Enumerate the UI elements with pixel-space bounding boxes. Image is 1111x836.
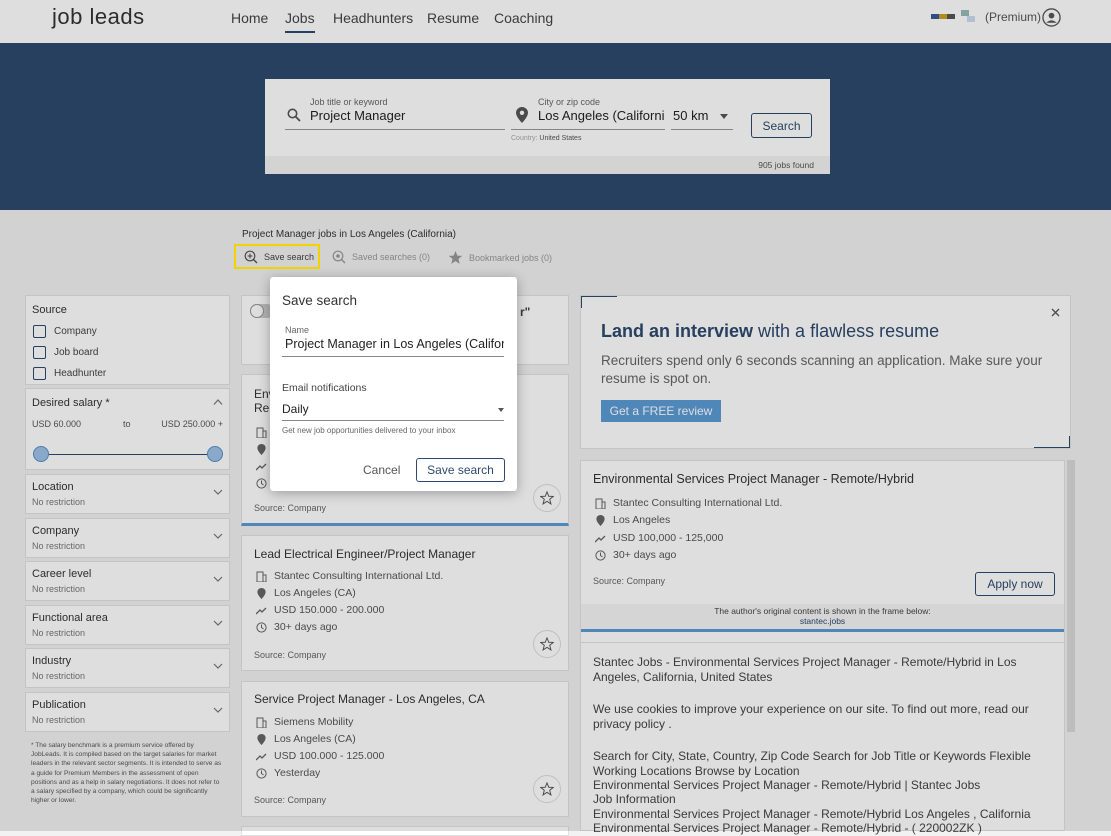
confirm-save-search-button[interactable]: Save search: [416, 458, 505, 482]
notif-select[interactable]: Daily: [282, 402, 309, 416]
modal-backdrop[interactable]: [0, 0, 1111, 831]
save-search-dialog: Save search Name Project Manager in Los …: [270, 277, 517, 491]
caret-down-icon: [498, 408, 504, 412]
name-input[interactable]: Project Manager in Los Angeles (Californ…: [285, 337, 504, 351]
dialog-title: Save search: [282, 293, 358, 308]
name-underline: [282, 356, 504, 357]
notif-label: Email notifications: [282, 382, 367, 394]
notif-hint: Get new job opportunities delivered to y…: [282, 426, 456, 435]
cancel-button[interactable]: Cancel: [363, 463, 400, 477]
save-search-highlight-top: [234, 244, 320, 269]
name-label: Name: [285, 325, 310, 335]
notif-underline: [282, 420, 504, 421]
